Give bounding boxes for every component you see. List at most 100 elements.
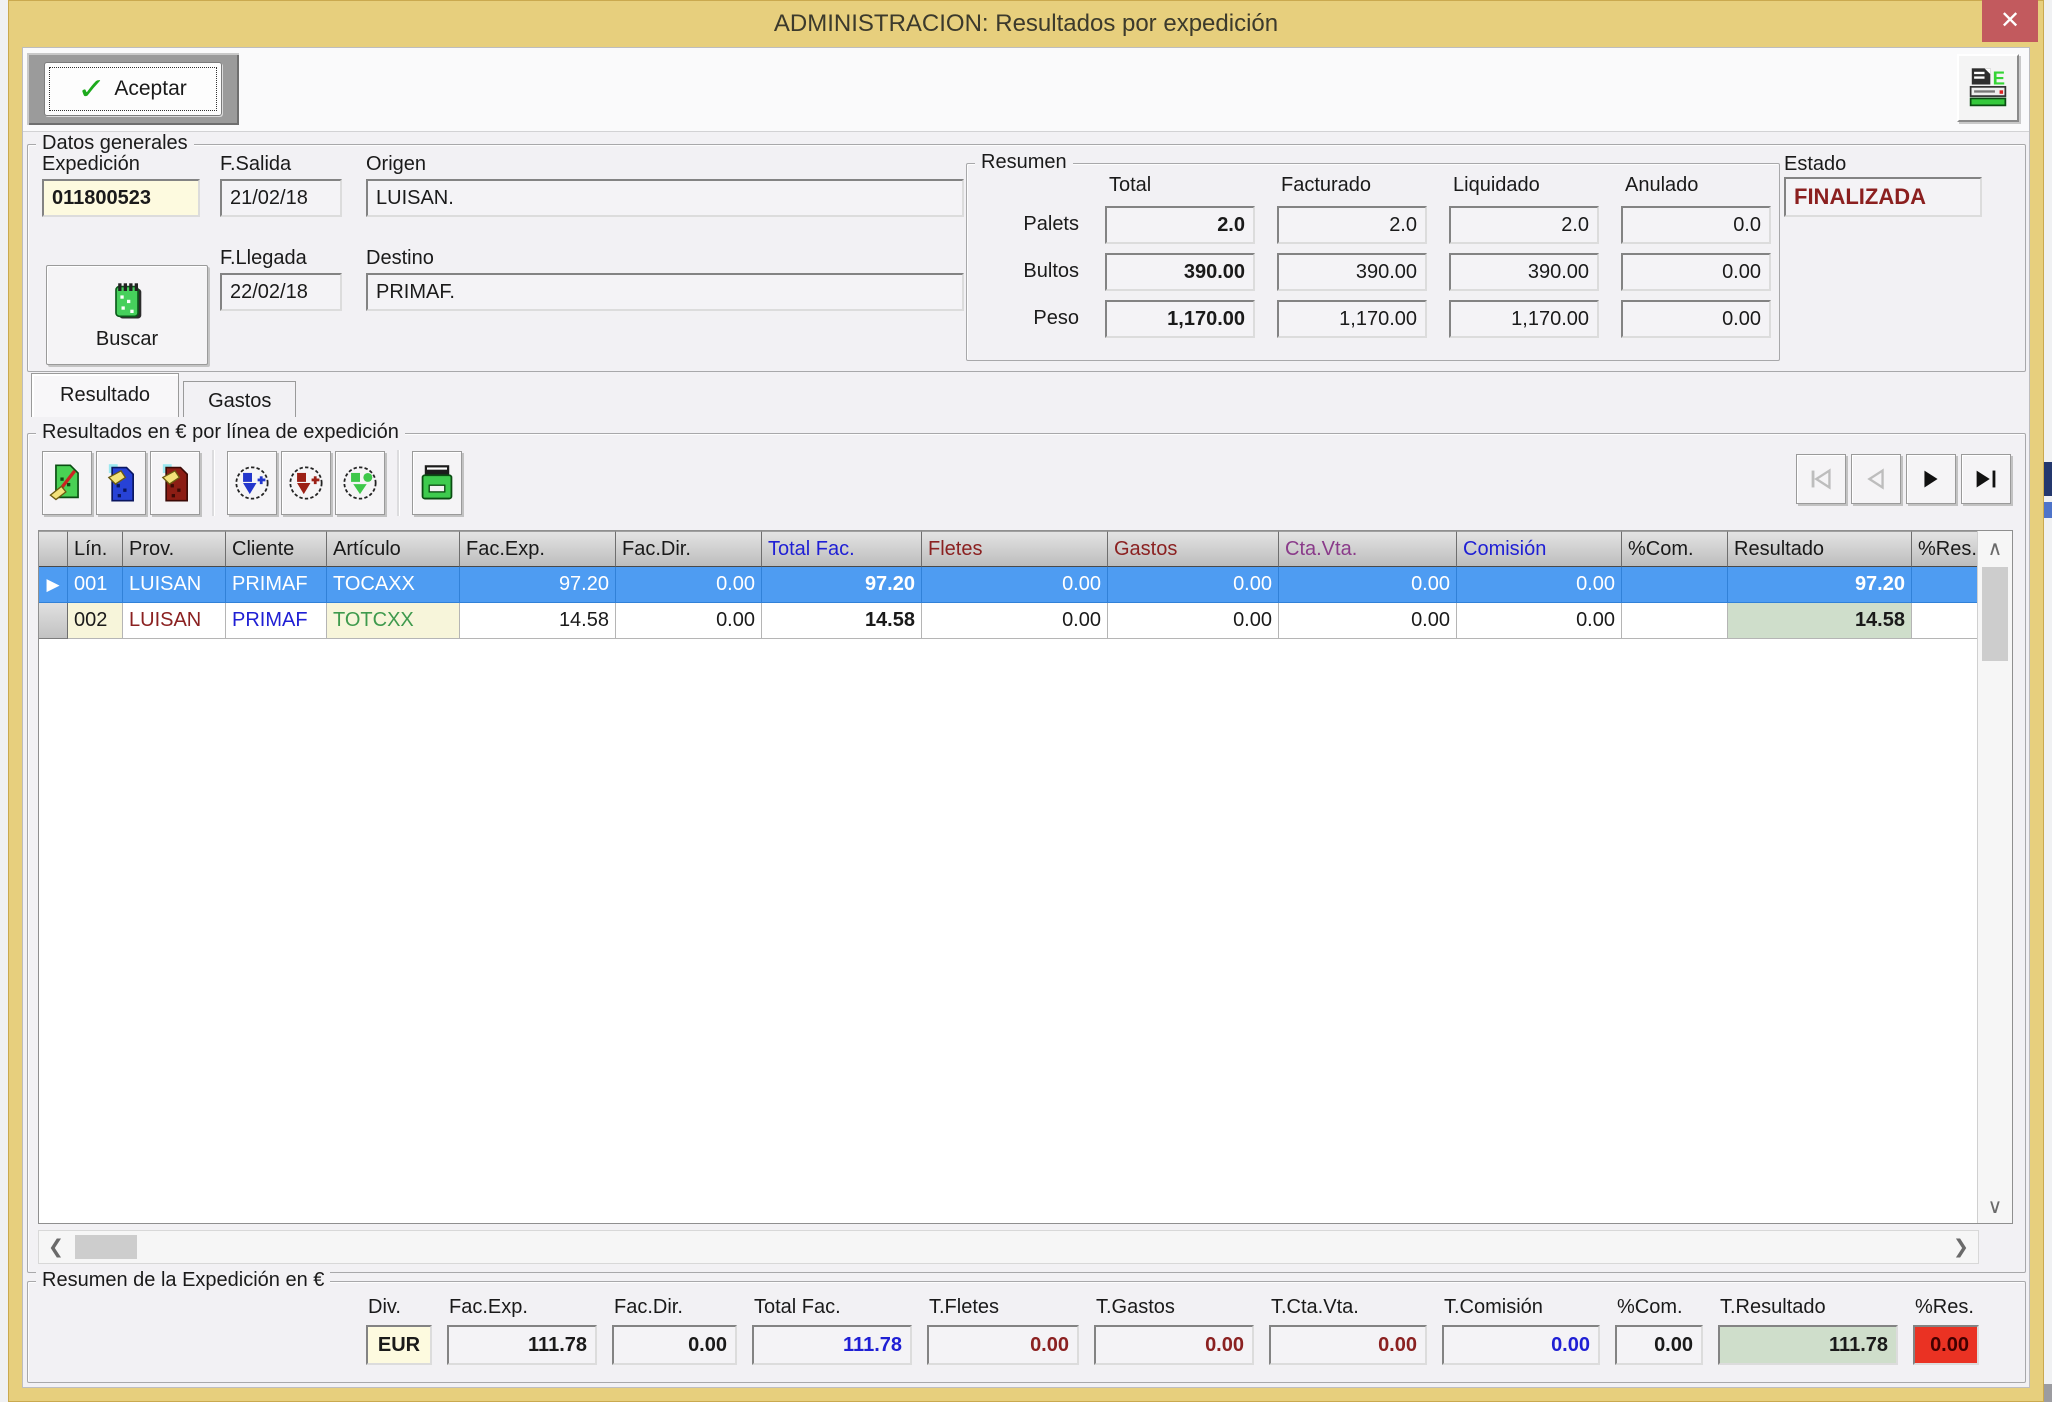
palets-total-field[interactable]: 2.0	[1105, 206, 1255, 244]
fac-dir-field[interactable]: 0.00	[612, 1325, 737, 1365]
cell-comision[interactable]: 0.00	[1457, 603, 1622, 639]
nav-prev-icon	[1861, 464, 1891, 494]
t-gastos-field[interactable]: 0.00	[1094, 1325, 1254, 1365]
cell-fletes[interactable]: 0.00	[922, 603, 1108, 639]
peso-facturado-field[interactable]: 1,170.00	[1277, 300, 1427, 338]
palets-facturado-field[interactable]: 2.0	[1277, 206, 1427, 244]
cell-pct-res[interactable]	[1912, 567, 1978, 603]
grid-vscrollbar[interactable]: ∧ ∨	[1977, 531, 2012, 1223]
resultados-group: Resultados en € por línea de expedición	[27, 433, 2026, 1273]
nav-next-button[interactable]	[1906, 454, 1956, 504]
scroll-left-icon[interactable]: ❮	[41, 1231, 71, 1263]
hscroll-thumb[interactable]	[75, 1235, 137, 1259]
peso-anulado-field[interactable]: 0.00	[1621, 300, 1771, 338]
cell-gastos[interactable]: 0.00	[1108, 603, 1279, 639]
nav-last-button[interactable]	[1961, 454, 2011, 504]
cell-lin[interactable]: 002	[68, 603, 123, 639]
fsalida-field[interactable]: 21/02/18	[220, 179, 342, 217]
cell-articulo[interactable]: TOCAXX	[327, 567, 460, 603]
nav-prev-button[interactable]	[1851, 454, 1901, 504]
shapes-green-icon	[341, 464, 379, 502]
bultos-facturado-field[interactable]: 390.00	[1277, 253, 1427, 291]
cell-resultado[interactable]: 97.20	[1728, 567, 1912, 603]
shapes-green-button[interactable]	[335, 451, 385, 515]
drawer-icon	[418, 463, 456, 503]
t-cta-vta-field[interactable]: 0.00	[1269, 1325, 1427, 1365]
notebook-icon	[107, 280, 147, 324]
print-button[interactable]: E	[1957, 54, 2019, 122]
cell-cliente[interactable]: PRIMAF	[226, 567, 327, 603]
cell-pct-res[interactable]	[1912, 603, 1978, 639]
scroll-right-icon[interactable]: ❯	[1946, 1231, 1976, 1263]
total-fac-field[interactable]: 111.78	[752, 1325, 912, 1365]
div-label: Div.	[366, 1296, 432, 1319]
bultos-liquidado-field[interactable]: 390.00	[1449, 253, 1599, 291]
cell-resultado[interactable]: 14.58	[1728, 603, 1912, 639]
peso-liquidado-field[interactable]: 1,170.00	[1449, 300, 1599, 338]
t-fletes-field[interactable]: 0.00	[927, 1325, 1079, 1365]
nav-first-button[interactable]	[1796, 454, 1846, 504]
cell-pct-com[interactable]	[1622, 567, 1728, 603]
accept-button[interactable]: ✓ Aceptar	[44, 62, 222, 116]
grid-header-resultado: Resultado	[1728, 531, 1912, 567]
cell-fac-exp[interactable]: 14.58	[460, 603, 616, 639]
expedicion-field[interactable]: 011800523	[42, 179, 200, 217]
t-cta-vta-label: T.Cta.Vta.	[1269, 1296, 1427, 1319]
palets-anulado-field[interactable]: 0.0	[1621, 206, 1771, 244]
title-bar[interactable]: ADMINISTRACION: Resultados por expedició…	[8, 0, 2044, 47]
archive-button[interactable]	[412, 451, 462, 515]
shapes-red-button[interactable]	[281, 451, 331, 515]
destino-field[interactable]: PRIMAF.	[366, 273, 964, 311]
grid-hscrollbar[interactable]: ❮ ❯	[38, 1230, 1979, 1264]
pct-res-field[interactable]: 0.00	[1913, 1325, 1979, 1365]
cell-pct-com[interactable]	[1622, 603, 1728, 639]
buscar-button[interactable]: Buscar	[46, 265, 208, 365]
cell-total-fac[interactable]: 97.20	[762, 567, 922, 603]
cell-cliente[interactable]: PRIMAF	[226, 603, 327, 639]
cell-prov[interactable]: LUISAN	[123, 567, 226, 603]
bultos-anulado-field[interactable]: 0.00	[1621, 253, 1771, 291]
tab-resultado[interactable]: Resultado	[31, 373, 179, 417]
peso-total-field[interactable]: 1,170.00	[1105, 300, 1255, 338]
pct-com-field[interactable]: 0.00	[1615, 1325, 1703, 1365]
palets-liquidado-field[interactable]: 2.0	[1449, 206, 1599, 244]
cell-comision[interactable]: 0.00	[1457, 567, 1622, 603]
check-icon: ✓	[77, 72, 106, 107]
close-button[interactable]: ✕	[1982, 0, 2038, 42]
t-comision-field[interactable]: 0.00	[1442, 1325, 1600, 1365]
resumen-expedicion-group: Resumen de la Expedición en € Div. EUR F…	[27, 1281, 2026, 1383]
cell-gastos[interactable]: 0.00	[1108, 567, 1279, 603]
cell-fac-exp[interactable]: 97.20	[460, 567, 616, 603]
tab-gastos[interactable]: Gastos	[183, 381, 296, 417]
grid-row-2[interactable]: 002 LUISAN PRIMAF TOTCXX 14.58 0.00 14.5…	[39, 603, 1978, 639]
edit-line-button[interactable]	[42, 451, 92, 515]
destino-label: Destino	[366, 247, 434, 270]
cell-prov[interactable]: LUISAN	[123, 603, 226, 639]
scroll-up-icon[interactable]: ∧	[1978, 533, 2012, 563]
fllegada-field[interactable]: 22/02/18	[220, 273, 342, 311]
scroll-down-icon[interactable]: ∨	[1978, 1191, 2012, 1221]
cell-articulo[interactable]: TOTCXX	[327, 603, 460, 639]
shapes-blue-button[interactable]	[227, 451, 277, 515]
grid-row-1[interactable]: ▶ 001 LUISAN PRIMAF TOCAXX 97.20 0.00 97…	[39, 567, 1978, 603]
cell-fletes[interactable]: 0.00	[922, 567, 1108, 603]
grid-header-fac-exp: Fac.Exp.	[460, 531, 616, 567]
cell-fac-dir[interactable]: 0.00	[616, 567, 762, 603]
t-fletes-label: T.Fletes	[927, 1296, 1079, 1319]
t-resultado-field[interactable]: 111.78	[1718, 1325, 1898, 1365]
origen-field[interactable]: LUISAN.	[366, 179, 964, 217]
select-doc-red-button[interactable]	[150, 451, 200, 515]
grid-header-cta-vta: Cta.Vta.	[1279, 531, 1457, 567]
cell-lin[interactable]: 001	[68, 567, 123, 603]
cell-total-fac[interactable]: 14.58	[762, 603, 922, 639]
div-field[interactable]: EUR	[366, 1325, 432, 1365]
grid-header-pct-com: %Com.	[1622, 531, 1728, 567]
select-doc-blue-button[interactable]	[96, 451, 146, 515]
bultos-total-field[interactable]: 390.00	[1105, 253, 1255, 291]
fac-exp-field[interactable]: 111.78	[447, 1325, 597, 1365]
cell-cta-vta[interactable]: 0.00	[1279, 567, 1457, 603]
vscroll-thumb[interactable]	[1982, 567, 2008, 661]
resumen-col-anulado: Anulado	[1621, 174, 1771, 197]
cell-cta-vta[interactable]: 0.00	[1279, 603, 1457, 639]
cell-fac-dir[interactable]: 0.00	[616, 603, 762, 639]
